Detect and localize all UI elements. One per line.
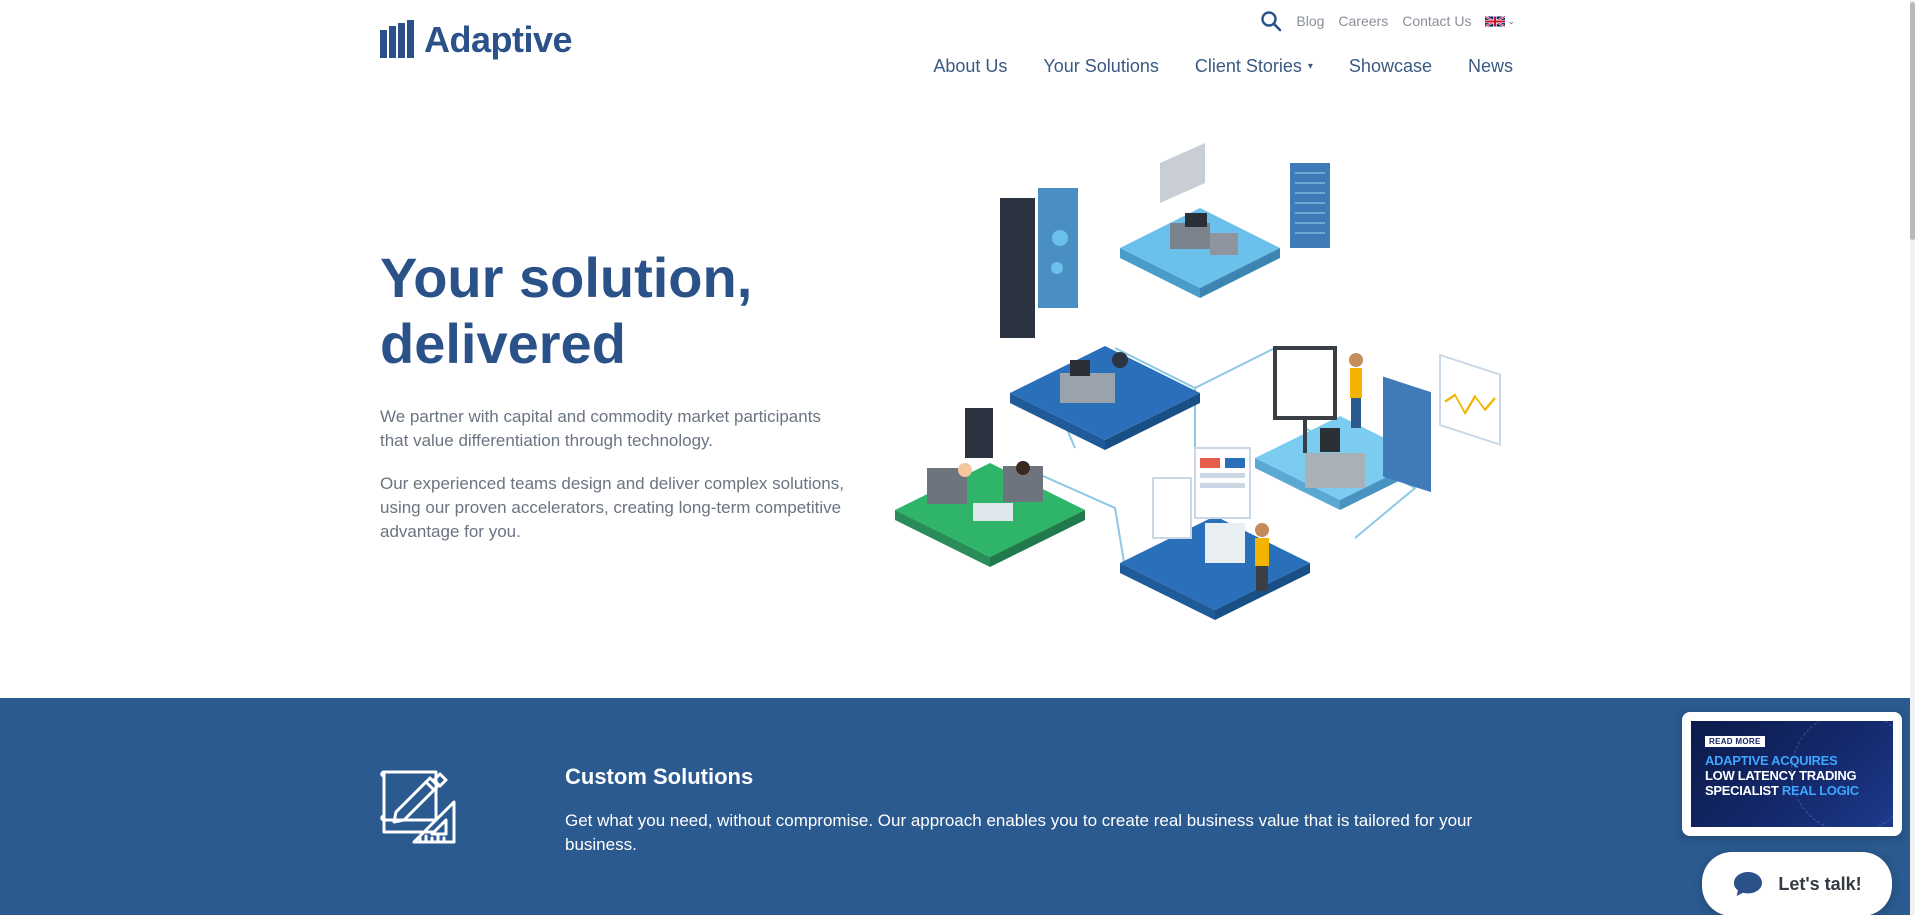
nav-item-showcase[interactable]: Showcase: [1349, 56, 1432, 77]
language-selector[interactable]: ⌄: [1485, 15, 1515, 28]
nav-item-label: News: [1467, 56, 1513, 76]
hero-title-line1: Your solution,: [380, 246, 753, 309]
chat-bubble-icon: [1734, 872, 1763, 896]
news-popup-card[interactable]: READ MORE ADAPTIVE ACQUIRES LOW LATENCY …: [1682, 712, 1902, 836]
feature-title: Custom Solutions: [565, 764, 754, 789]
scrollbar-thumb[interactable]: [1910, 2, 1915, 240]
brand-logo[interactable]: Adaptive: [380, 18, 573, 60]
news-headline-line3b: REAL LOGIC: [1781, 783, 1859, 798]
hero-title-line2: delivered: [380, 312, 626, 375]
logo-bars-icon: [380, 20, 414, 58]
news-headline-line3: SPECIALIST REAL LOGIC: [1705, 783, 1879, 798]
util-link-contact[interactable]: Contact Us: [1402, 13, 1471, 29]
hero-paragraph-2: Our experienced teams design and deliver…: [380, 474, 844, 541]
main-nav: About Us Your Solutions Client Stories ▾ …: [933, 56, 1513, 77]
chevron-down-icon: ▾: [1307, 61, 1313, 72]
hero-title: Your solution, delivered: [380, 245, 800, 377]
site-header: Adaptive Blog Careers Contact Us ⌄ About…: [0, 0, 1915, 100]
news-headline-line2: LOW LATENCY TRADING: [1705, 768, 1857, 783]
utility-nav: Blog Careers Contact Us ⌄: [1260, 10, 1515, 32]
util-link-careers[interactable]: Careers: [1338, 13, 1388, 29]
news-headline-line3a: SPECIALIST: [1705, 783, 1782, 798]
blueprint-pencil-icon: [380, 770, 456, 844]
brand-name: Adaptive: [424, 19, 573, 60]
nav-item-your-solutions[interactable]: Your Solutions: [1043, 56, 1158, 77]
nav-item-label: About Us: [933, 56, 1008, 76]
nav-item-label: Showcase: [1348, 56, 1432, 76]
nav-item-news[interactable]: News: [1468, 56, 1513, 77]
chat-label: Let's talk!: [1778, 873, 1862, 894]
uk-flag-icon: [1485, 15, 1506, 27]
news-headline-line1: ADAPTIVE ACQUIRES: [1705, 753, 1838, 768]
chat-button[interactable]: Let's talk!: [1702, 852, 1892, 915]
nav-item-client-stories[interactable]: Client Stories ▾: [1195, 56, 1313, 77]
feature-band: [0, 698, 1915, 915]
news-banner[interactable]: READ MORE ADAPTIVE ACQUIRES LOW LATENCY …: [1691, 721, 1893, 827]
nav-item-about-us[interactable]: About Us: [933, 56, 1007, 77]
isometric-office-illustration: [895, 143, 1501, 620]
nav-item-label: Client Stories: [1194, 56, 1302, 76]
nav-item-label: Your Solutions: [1043, 56, 1159, 76]
chevron-down-icon: ⌄: [1507, 15, 1515, 26]
util-link-blog[interactable]: Blog: [1296, 13, 1324, 29]
feature-description: Get what you need, without compromise. O…: [565, 811, 1473, 854]
read-more-badge[interactable]: READ MORE: [1705, 736, 1765, 747]
hero-paragraph-1: We partner with capital and commodity ma…: [380, 407, 821, 450]
search-icon[interactable]: [1260, 10, 1282, 32]
